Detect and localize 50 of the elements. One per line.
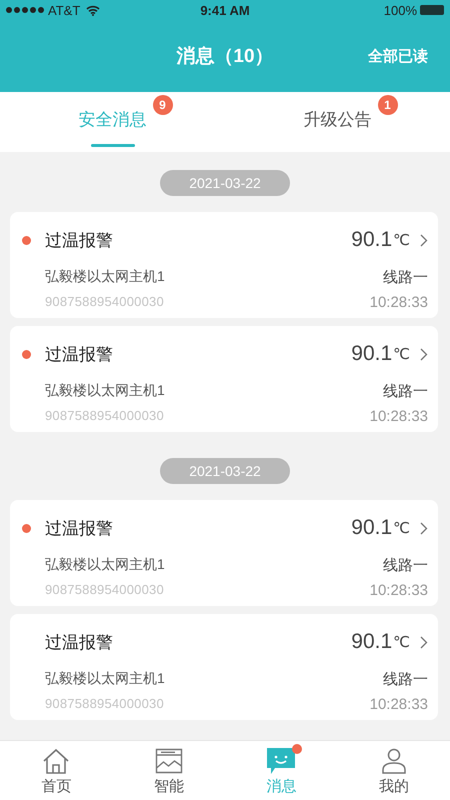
temperature-value: 90.1 [351,342,392,366]
line-label: 线路一 [383,670,428,690]
alarm-title: 过温报警 [45,632,113,654]
chevron-right-icon[interactable] [420,522,428,534]
count-badge: 1 [378,95,398,115]
serial-number: 9087588954000030 [45,582,164,599]
alarm-title: 过温报警 [45,344,113,366]
smiley-message-icon [267,748,296,774]
device-name: 弘毅楼以太网主机1 [45,670,165,688]
battery-icon [420,5,444,15]
user-icon [380,748,408,774]
alarm-time: 10:28:33 [370,696,428,715]
signal-icon [6,7,44,13]
count-badge: 9 [152,95,172,115]
alarm-title: 过温报警 [45,230,113,252]
house-icon [42,748,70,774]
device-name: 弘毅楼以太网主机1 [45,382,165,400]
nav-tab[interactable]: 智能 [150,741,188,800]
nav-tab[interactable]: 首页 [37,741,76,800]
alarm-time: 10:28:33 [370,582,428,601]
device-name: 弘毅楼以太网主机1 [45,268,165,286]
serial-number: 9087588954000030 [45,696,164,713]
chevron-right-icon[interactable] [420,234,428,246]
device-name: 弘毅楼以太网主机1 [45,556,165,574]
chevron-right-icon[interactable] [420,348,428,360]
serial-number: 9087588954000030 [45,294,164,311]
carrier-name: AT&T [48,2,80,18]
nav-tab[interactable]: 我的 [374,741,413,800]
chart-board-icon [154,748,183,774]
serial-number: 9087588954000030 [45,408,164,425]
line-label: 线路一 [383,268,428,288]
temperature-unit: ℃ [393,519,410,537]
chevron-right-icon[interactable] [420,636,428,648]
temperature-unit: ℃ [393,345,410,363]
clock-time: 9:41 AM [200,2,250,18]
temperature-unit: ℃ [393,633,410,651]
temperature-value: 90.1 [351,516,392,540]
alarm-title: 过温报警 [45,518,113,540]
date-label: 2021-03-22 [160,458,290,484]
page-title: 消息（10） [176,45,274,69]
alarm-time: 10:28:33 [370,408,428,427]
temperature-unit: ℃ [393,231,410,249]
line-label: 线路一 [383,556,428,576]
temperature-value: 90.1 [351,228,392,252]
battery-percent: 100% [384,2,417,18]
wifi-icon [86,4,100,16]
alarm-time: 10:28:33 [370,294,428,313]
line-label: 线路一 [383,382,428,402]
temperature-value: 90.1 [351,630,392,654]
date-label: 2021-03-22 [160,170,290,196]
